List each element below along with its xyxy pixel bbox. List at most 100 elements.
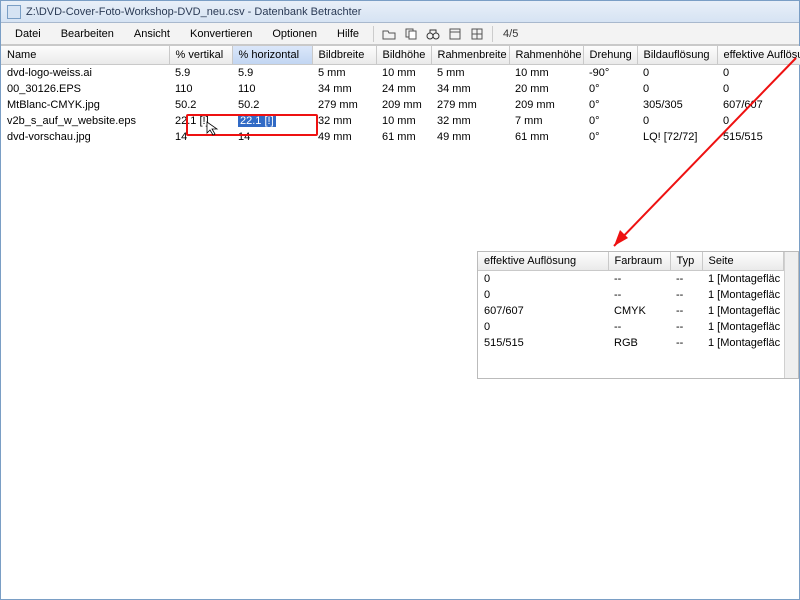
cell-rot[interactable]: 0°	[583, 97, 637, 113]
col-eff[interactable]: effektive Auflösu	[717, 46, 800, 65]
fcell-cs[interactable]: --	[608, 319, 670, 335]
floating-row[interactable]: 0----1 [Montagefläc	[478, 319, 784, 335]
cell-pv[interactable]: 14	[169, 129, 232, 145]
grid-icon[interactable]	[469, 27, 485, 41]
col-rh[interactable]: Rahmenhöhe	[509, 46, 583, 65]
cell-rot[interactable]: 0°	[583, 129, 637, 145]
cell-res[interactable]: 0	[637, 113, 717, 129]
menu-datei[interactable]: Datei	[5, 25, 51, 43]
cell-eff[interactable]: 0	[717, 81, 800, 97]
fcol-typ[interactable]: Typ	[670, 252, 702, 271]
cell-name[interactable]: 00_30126.EPS	[1, 81, 169, 97]
window-icon[interactable]	[447, 27, 463, 41]
cell-res[interactable]: LQ! [72/72]	[637, 129, 717, 145]
col-name[interactable]: Name	[1, 46, 169, 65]
fcell-cs[interactable]: RGB	[608, 335, 670, 351]
fcell-typ[interactable]: --	[670, 319, 702, 335]
fcol-page[interactable]: Seite	[702, 252, 784, 271]
cell-bw[interactable]: 279 mm	[312, 97, 376, 113]
cell-rw[interactable]: 279 mm	[431, 97, 509, 113]
cell-ph[interactable]: 50.2	[232, 97, 312, 113]
cell-bw[interactable]: 49 mm	[312, 129, 376, 145]
cell-res[interactable]: 0	[637, 65, 717, 82]
cell-pv[interactable]: 22.1 [!]	[169, 113, 232, 129]
titlebar[interactable]: Z:\DVD-Cover-Foto-Workshop-DVD_neu.csv -…	[1, 1, 799, 23]
table-row[interactable]: dvd-vorschau.jpg141449 mm61 mm49 mm61 mm…	[1, 129, 800, 145]
cell-name[interactable]: MtBlanc-CMYK.jpg	[1, 97, 169, 113]
floating-row[interactable]: 515/515RGB--1 [Montagefläc	[478, 335, 784, 351]
table-row[interactable]: MtBlanc-CMYK.jpg50.250.2279 mm209 mm279 …	[1, 97, 800, 113]
main-grid[interactable]: Name % vertikal % horizontal Bildbreite …	[1, 45, 799, 145]
fcell-cs[interactable]: --	[608, 287, 670, 303]
fcell-typ[interactable]: --	[670, 303, 702, 319]
fcell-page[interactable]: 1 [Montagefläc	[702, 335, 784, 351]
cell-rot[interactable]: 0°	[583, 113, 637, 129]
cell-rw[interactable]: 32 mm	[431, 113, 509, 129]
open-icon[interactable]	[381, 27, 397, 41]
fcell-page[interactable]: 1 [Montagefläc	[702, 287, 784, 303]
cell-name[interactable]: dvd-vorschau.jpg	[1, 129, 169, 145]
fcell-page[interactable]: 1 [Montagefläc	[702, 271, 784, 288]
cell-pv[interactable]: 50.2	[169, 97, 232, 113]
cell-name[interactable]: dvd-logo-weiss.ai	[1, 65, 169, 82]
fcell-typ[interactable]: --	[670, 271, 702, 288]
floating-scrollbar[interactable]	[784, 252, 798, 378]
cell-eff[interactable]: 0	[717, 65, 800, 82]
cell-rh[interactable]: 61 mm	[509, 129, 583, 145]
fcell-typ[interactable]: --	[670, 335, 702, 351]
cell-rot[interactable]: -90°	[583, 65, 637, 82]
cell-rh[interactable]: 7 mm	[509, 113, 583, 129]
cell-eff[interactable]: 515/515	[717, 129, 800, 145]
cell-eff[interactable]: 607/607	[717, 97, 800, 113]
col-ph[interactable]: % horizontal	[232, 46, 312, 65]
menu-ansicht[interactable]: Ansicht	[124, 25, 180, 43]
col-res[interactable]: Bildauflösung	[637, 46, 717, 65]
fcell-typ[interactable]: --	[670, 287, 702, 303]
fcell-cs[interactable]: --	[608, 271, 670, 288]
fcell-eff[interactable]: 0	[478, 319, 608, 335]
fcell-cs[interactable]: CMYK	[608, 303, 670, 319]
floating-panel[interactable]: effektive Auflösung Farbraum Typ Seite 0…	[477, 251, 799, 379]
cell-rh[interactable]: 10 mm	[509, 65, 583, 82]
floating-header-row[interactable]: effektive Auflösung Farbraum Typ Seite	[478, 252, 784, 271]
cell-rw[interactable]: 5 mm	[431, 65, 509, 82]
cell-rh[interactable]: 209 mm	[509, 97, 583, 113]
fcell-page[interactable]: 1 [Montagefläc	[702, 319, 784, 335]
fcell-eff[interactable]: 0	[478, 271, 608, 288]
cell-bh[interactable]: 24 mm	[376, 81, 431, 97]
cell-eff[interactable]: 0	[717, 113, 800, 129]
menu-optionen[interactable]: Optionen	[262, 25, 327, 43]
floating-row[interactable]: 0----1 [Montagefläc	[478, 271, 784, 288]
cell-ph[interactable]: 110	[232, 81, 312, 97]
cell-rw[interactable]: 49 mm	[431, 129, 509, 145]
cell-pv[interactable]: 110	[169, 81, 232, 97]
cell-name[interactable]: v2b_s_auf_w_website.eps	[1, 113, 169, 129]
floating-row[interactable]: 607/607CMYK--1 [Montagefläc	[478, 303, 784, 319]
col-bh[interactable]: Bildhöhe	[376, 46, 431, 65]
floating-row[interactable]: 0----1 [Montagefläc	[478, 287, 784, 303]
col-rot[interactable]: Drehung	[583, 46, 637, 65]
table-row[interactable]: v2b_s_auf_w_website.eps22.1 [!]22.1 [!]3…	[1, 113, 800, 129]
cell-bw[interactable]: 32 mm	[312, 113, 376, 129]
fcell-eff[interactable]: 0	[478, 287, 608, 303]
col-pv[interactable]: % vertikal	[169, 46, 232, 65]
fcell-eff[interactable]: 515/515	[478, 335, 608, 351]
cell-bh[interactable]: 10 mm	[376, 65, 431, 82]
menu-konvertieren[interactable]: Konvertieren	[180, 25, 262, 43]
table-row[interactable]: 00_30126.EPS11011034 mm24 mm34 mm20 mm0°…	[1, 81, 800, 97]
fcell-eff[interactable]: 607/607	[478, 303, 608, 319]
cell-res[interactable]: 305/305	[637, 97, 717, 113]
menu-bearbeiten[interactable]: Bearbeiten	[51, 25, 124, 43]
cell-ph[interactable]: 22.1 [!]	[232, 113, 312, 129]
fcell-page[interactable]: 1 [Montagefläc	[702, 303, 784, 319]
cell-rot[interactable]: 0°	[583, 81, 637, 97]
cell-bh[interactable]: 209 mm	[376, 97, 431, 113]
fcol-cs[interactable]: Farbraum	[608, 252, 670, 271]
copy-icon[interactable]	[403, 27, 419, 41]
cell-bh[interactable]: 10 mm	[376, 113, 431, 129]
cell-bw[interactable]: 34 mm	[312, 81, 376, 97]
menu-hilfe[interactable]: Hilfe	[327, 25, 369, 43]
cell-bh[interactable]: 61 mm	[376, 129, 431, 145]
cell-rh[interactable]: 20 mm	[509, 81, 583, 97]
cell-rw[interactable]: 34 mm	[431, 81, 509, 97]
